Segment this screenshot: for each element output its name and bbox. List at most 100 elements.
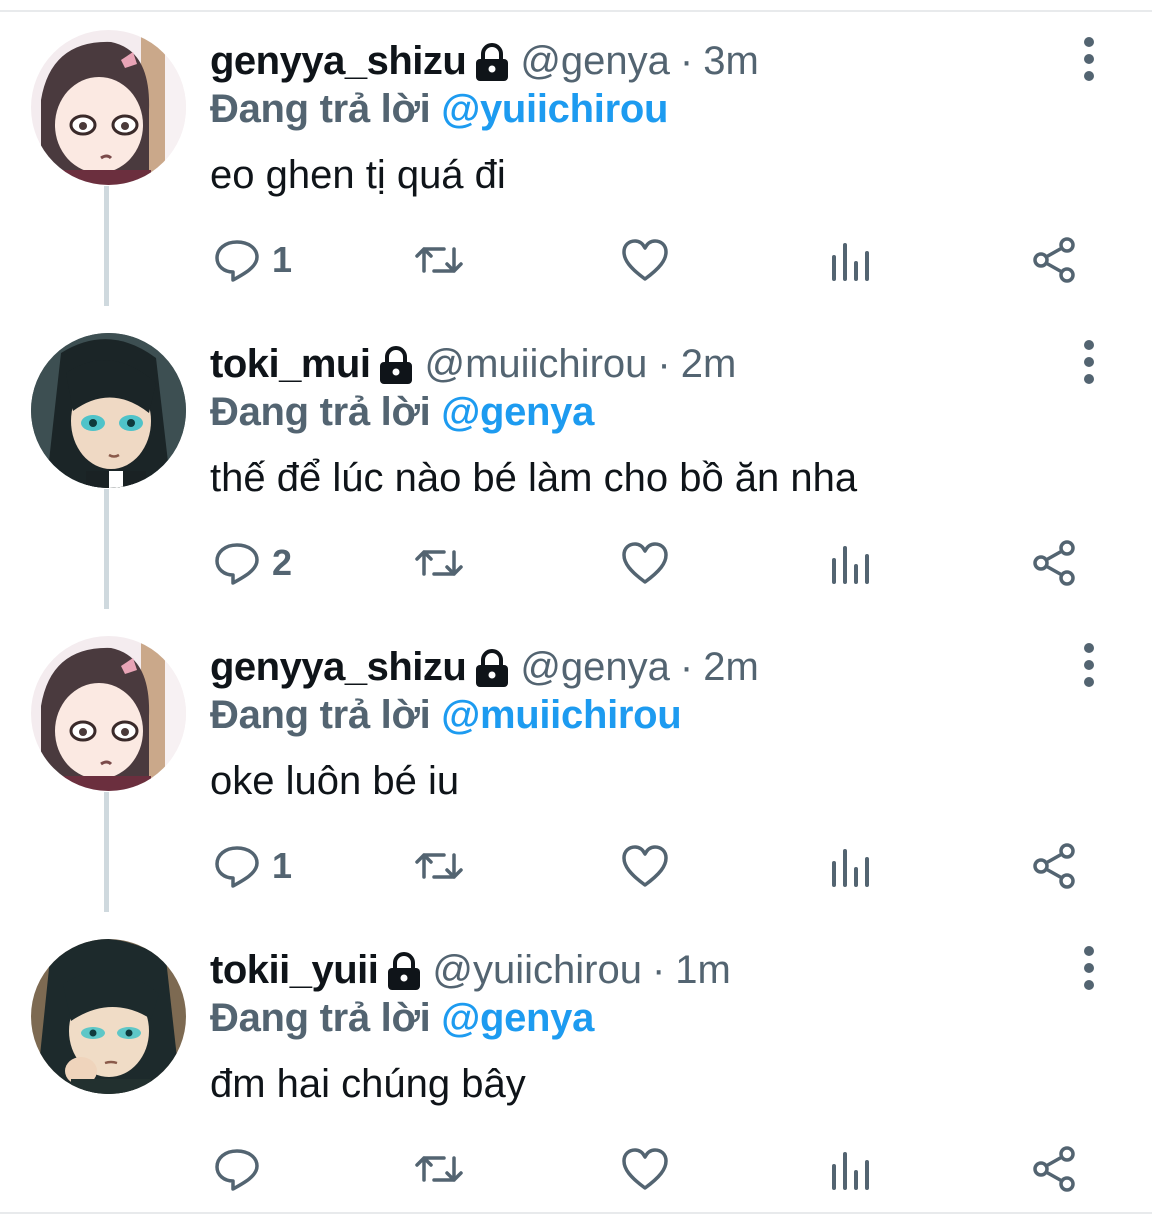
more-options-icon[interactable] <box>1072 36 1106 82</box>
timestamp[interactable]: 1m <box>675 945 731 995</box>
user-handle[interactable]: @genya <box>520 642 670 692</box>
views-button[interactable] <box>826 531 876 595</box>
more-options-icon[interactable] <box>1072 642 1106 688</box>
reply-button[interactable]: 1 <box>212 834 292 898</box>
views-icon <box>832 849 869 887</box>
display-name[interactable]: toki_mui <box>210 339 371 389</box>
reply-icon <box>215 846 259 888</box>
tweet[interactable]: toki_mui @muiichirou · 2m Đang trả lời @… <box>0 303 1152 606</box>
action-bar: 2 <box>0 531 1152 595</box>
lock-icon <box>472 648 512 690</box>
display-name[interactable]: genyya_shizu <box>210 642 467 692</box>
action-bar: 1 <box>0 228 1152 292</box>
lock-icon <box>376 345 416 387</box>
share-button[interactable] <box>1030 1137 1080 1201</box>
like-button[interactable] <box>620 834 670 898</box>
action-bar: 1 <box>0 834 1152 898</box>
retweet-icon <box>415 1156 463 1182</box>
views-button[interactable] <box>826 228 876 292</box>
avatar[interactable] <box>31 939 186 1094</box>
retweet-icon <box>415 550 463 576</box>
heart-icon <box>622 542 668 584</box>
views-button[interactable] <box>826 834 876 898</box>
views-button[interactable] <box>826 1137 876 1201</box>
replying-to-label: Đang trả lời <box>210 996 431 1040</box>
like-button[interactable] <box>620 228 670 292</box>
avatar[interactable] <box>31 30 186 185</box>
heart-icon <box>622 239 668 281</box>
avatar[interactable] <box>31 333 186 488</box>
more-options-icon[interactable] <box>1072 339 1106 385</box>
views-icon <box>832 546 869 584</box>
share-icon <box>1033 1146 1075 1192</box>
tweet-text: oke luôn bé iu <box>210 759 460 803</box>
tweet-text: thế để lúc nào bé làm cho bồ ăn nha <box>210 456 858 500</box>
reply-count: 1 <box>272 239 293 280</box>
share-button[interactable] <box>1030 834 1080 898</box>
like-button[interactable] <box>620 1137 670 1201</box>
tweet[interactable]: genyya_shizu @genya · 2m Đang trả lời @m… <box>0 606 1152 909</box>
replying-to-mention[interactable]: @genya <box>441 996 594 1040</box>
share-icon <box>1033 540 1075 586</box>
replying-to: Đang trả lời @genya <box>210 993 594 1043</box>
views-icon <box>832 1152 869 1190</box>
tweet-header: toki_mui @muiichirou · 2m <box>210 339 736 389</box>
reply-icon <box>215 543 259 585</box>
replying-to: Đang trả lời @muiichirou <box>210 690 682 740</box>
separator: · <box>651 948 666 992</box>
share-button[interactable] <box>1030 531 1080 595</box>
reply-button[interactable]: 1 <box>212 228 292 292</box>
separator: · <box>679 645 694 689</box>
lock-icon <box>384 951 424 993</box>
heart-icon <box>622 1148 668 1190</box>
retweet-button[interactable] <box>414 531 464 595</box>
tweet-header: genyya_shizu @genya · 2m <box>210 642 759 692</box>
reply-button[interactable]: 2 <box>212 531 292 595</box>
retweet-button[interactable] <box>414 228 464 292</box>
timestamp[interactable]: 2m <box>703 642 759 692</box>
timestamp[interactable]: 3m <box>703 36 759 86</box>
separator: · <box>679 39 694 83</box>
replying-to: Đang trả lời @yuiichirou <box>210 84 668 134</box>
reply-count: 1 <box>272 845 293 886</box>
tweet[interactable]: tokii_yuii @yuiichirou · 1m Đang trả lời… <box>0 909 1152 1212</box>
tweet-text: eo ghen tị quá đi <box>210 153 506 197</box>
replying-to: Đang trả lời @genya <box>210 387 594 437</box>
tweet[interactable]: genyya_shizu @genya · 3m Đang trả lời @y… <box>0 0 1152 303</box>
share-button[interactable] <box>1030 228 1080 292</box>
tweet-text: đm hai chúng bây <box>210 1062 526 1106</box>
avatar[interactable] <box>31 636 186 791</box>
heart-icon <box>622 845 668 887</box>
reply-icon <box>215 240 259 282</box>
retweet-icon <box>415 247 463 273</box>
user-handle[interactable]: @genya <box>520 36 670 86</box>
reply-icon <box>215 1149 259 1191</box>
replying-to-mention[interactable]: @muiichirou <box>441 693 681 737</box>
tweet-header: tokii_yuii @yuiichirou · 1m <box>210 945 731 995</box>
display-name[interactable]: tokii_yuii <box>210 945 379 995</box>
tweet-header: genyya_shizu @genya · 3m <box>210 36 759 86</box>
action-bar <box>0 1137 1152 1201</box>
share-icon <box>1033 843 1075 889</box>
reply-count: 2 <box>272 542 293 583</box>
retweet-button[interactable] <box>414 1137 464 1201</box>
timestamp[interactable]: 2m <box>681 339 737 389</box>
retweet-icon <box>415 853 463 879</box>
retweet-button[interactable] <box>414 834 464 898</box>
replying-to-label: Đang trả lời <box>210 390 431 434</box>
bottom-divider <box>0 1212 1152 1214</box>
replying-to-label: Đang trả lời <box>210 693 431 737</box>
user-handle[interactable]: @muiichirou <box>424 339 647 389</box>
user-handle[interactable]: @yuiichirou <box>432 945 642 995</box>
separator: · <box>657 342 671 386</box>
share-icon <box>1033 237 1075 283</box>
reply-button[interactable] <box>212 1137 272 1201</box>
like-button[interactable] <box>620 531 670 595</box>
replying-to-mention[interactable]: @genya <box>441 390 594 434</box>
replying-to-label: Đang trả lời <box>210 87 431 131</box>
lock-icon <box>472 42 512 84</box>
views-icon <box>832 243 869 281</box>
replying-to-mention[interactable]: @yuiichirou <box>441 87 668 131</box>
display-name[interactable]: genyya_shizu <box>210 36 467 86</box>
more-options-icon[interactable] <box>1072 945 1106 991</box>
